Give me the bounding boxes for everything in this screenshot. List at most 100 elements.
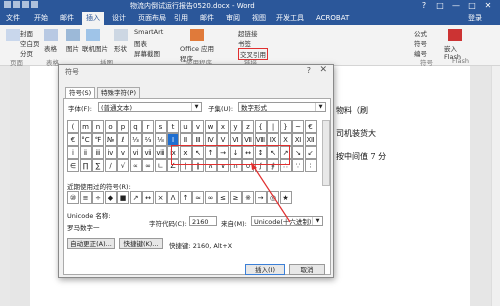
close-icon[interactable]: ✕ [480,0,496,12]
recent-symbol-cell[interactable]: ≡ [79,191,92,204]
quick-access-toolbar[interactable] [4,1,44,11]
symbol-cell[interactable]: o [104,120,117,133]
symbol-cell[interactable]: ↘ [292,146,304,159]
symbol-cell[interactable]: ∵ [292,159,304,172]
symbol-grid-scrollbar[interactable] [322,120,330,186]
symbol-cell[interactable]: ∟ [154,159,167,172]
tab-acrobat[interactable]: ACROBAT [312,12,353,25]
help-icon[interactable]: ? [416,0,432,12]
symbol-cell[interactable]: w [204,120,217,133]
recent-symbol-cell[interactable]: ◆ [104,191,117,204]
shortcut-key-button[interactable]: 快捷键(K)... [119,238,163,249]
ribbon-online-picture[interactable]: 联机图片 [82,43,108,53]
ribbon-display-icon[interactable]: □ [432,0,448,12]
symbol-cell[interactable]: ⅰ [67,146,79,159]
ribbon-bookmark[interactable]: 书签 [238,38,251,48]
symbol-cell[interactable]: ℓ [117,133,129,146]
symbol-cell[interactable]: ∕ [104,159,117,172]
charcode-input[interactable]: 2160 [189,216,217,226]
ribbon-blank-page[interactable]: 空白页 [20,38,40,48]
symbol-cell[interactable]: u [179,120,192,133]
tab-mailings[interactable]: 邮件 [196,12,218,25]
ribbon-picture[interactable]: 图片 [66,43,79,53]
symbol-cell[interactable]: ⅷ [154,146,167,159]
ribbon-hyperlink[interactable]: 超链接 [238,28,258,38]
symbol-cell[interactable]: € [304,120,317,133]
tab-review[interactable]: 审阅 [222,12,244,25]
tab-home[interactable]: 开始 [30,12,52,25]
symbol-cell[interactable]: ℉ [92,133,104,146]
symbol-cell[interactable]: { [254,120,267,133]
tab-insert[interactable]: 插入 [82,12,104,25]
tab-special-characters[interactable]: 特殊字符(P) [97,87,140,98]
subset-select[interactable]: 数字形式 ▼ [238,102,326,112]
recent-symbol-cell[interactable]: ≥ [229,191,242,204]
ribbon-screenshot[interactable]: 屏幕截图 [134,48,160,58]
symbol-cell[interactable]: Ⅺ [292,133,304,146]
insert-button[interactable]: 插入(I) [245,264,285,275]
recent-symbol-cell[interactable]: ◎ [267,191,279,204]
tab-developer[interactable]: 开发工具 [272,12,308,25]
recent-symbol-cell[interactable]: ■ [117,191,129,204]
symbol-cell[interactable]: ⅲ [92,146,104,159]
symbol-cell[interactable]: Ⅻ [304,133,317,146]
symbol-cell[interactable]: x [217,120,229,133]
cancel-button[interactable]: 取消 [289,264,325,275]
font-select[interactable]: (普通文本) ▼ [98,102,202,112]
symbol-cell[interactable]: ∈ [67,159,79,172]
symbol-cell[interactable]: q [129,120,142,133]
ribbon-equation[interactable]: 公式 [414,28,427,38]
symbol-cell[interactable]: ∝ [129,159,142,172]
symbol-cell[interactable]: ∏ [79,159,92,172]
symbol-cell[interactable]: v [192,120,204,133]
recent-symbol-cell[interactable]: ↑ [179,191,192,204]
tab-design[interactable]: 设计 [108,12,130,25]
symbol-cell[interactable]: p [117,120,129,133]
tab-file[interactable]: 文件 [2,12,24,25]
recent-symbol-cell[interactable]: ↗ [129,191,142,204]
ribbon-symbol[interactable]: 符号 [414,38,427,48]
symbol-cell[interactable]: ⅳ [104,146,117,159]
symbol-cell[interactable]: ↙ [304,146,317,159]
ribbon-chart[interactable]: 图表 [134,38,147,48]
from-select[interactable]: Unicode(十六进制) ▼ [251,216,323,226]
tab-references[interactable]: 引用 [170,12,192,25]
symbol-cell[interactable]: } [279,120,292,133]
symbol-cell[interactable]: m [79,120,92,133]
ribbon-shapes[interactable]: 形状 [114,43,127,53]
symbol-cell[interactable]: ⅶ [142,146,154,159]
symbol-cell[interactable]: | [267,120,279,133]
tab-page-layout[interactable]: 页面布局 [134,12,170,25]
symbol-cell[interactable]: √ [117,159,129,172]
recent-symbol-cell[interactable]: Λ [167,191,179,204]
tab-view[interactable]: 视图 [248,12,270,25]
dialog-close-icon[interactable]: ✕ [319,65,327,75]
symbol-cell[interactable]: ⅴ [117,146,129,159]
symbol-cell[interactable]: € [67,133,79,146]
recent-symbol-cell[interactable]: × [154,191,167,204]
recent-symbol-cell[interactable]: → [254,191,267,204]
ribbon-table[interactable]: 表格 [44,43,57,53]
symbol-cell[interactable]: ⅱ [79,146,92,159]
tab-symbols[interactable]: 符号(S) [65,87,96,98]
tab-mail[interactable]: 邮件 [56,12,78,25]
ribbon-cover-page[interactable]: 封面 [20,28,33,38]
maximize-icon[interactable]: □ [464,0,480,12]
recent-symbol-cell[interactable]: ÷ [92,191,104,204]
symbol-cell[interactable]: °C [79,133,92,146]
sign-in-link[interactable]: 登录 [468,12,482,25]
symbol-cell[interactable]: t [167,120,179,133]
symbol-cell[interactable]: ( [67,120,79,133]
symbol-cell[interactable]: ~ [292,120,304,133]
symbol-cell[interactable]: n [92,120,104,133]
recent-symbol-cell[interactable]: ≤ [217,191,229,204]
window-controls[interactable]: ? □ — □ ✕ [416,0,496,12]
vertical-scrollbar[interactable] [491,66,500,306]
dialog-help-icon[interactable]: ? [307,66,311,75]
symbol-cell[interactable]: ⅛ [154,133,167,146]
recent-symbol-cell[interactable]: ※ [242,191,254,204]
autocorrect-button[interactable]: 自动更正(A)... [67,238,115,249]
symbol-cell[interactable]: № [104,133,117,146]
symbol-cell[interactable]: s [154,120,167,133]
symbol-cell[interactable]: z [242,120,254,133]
